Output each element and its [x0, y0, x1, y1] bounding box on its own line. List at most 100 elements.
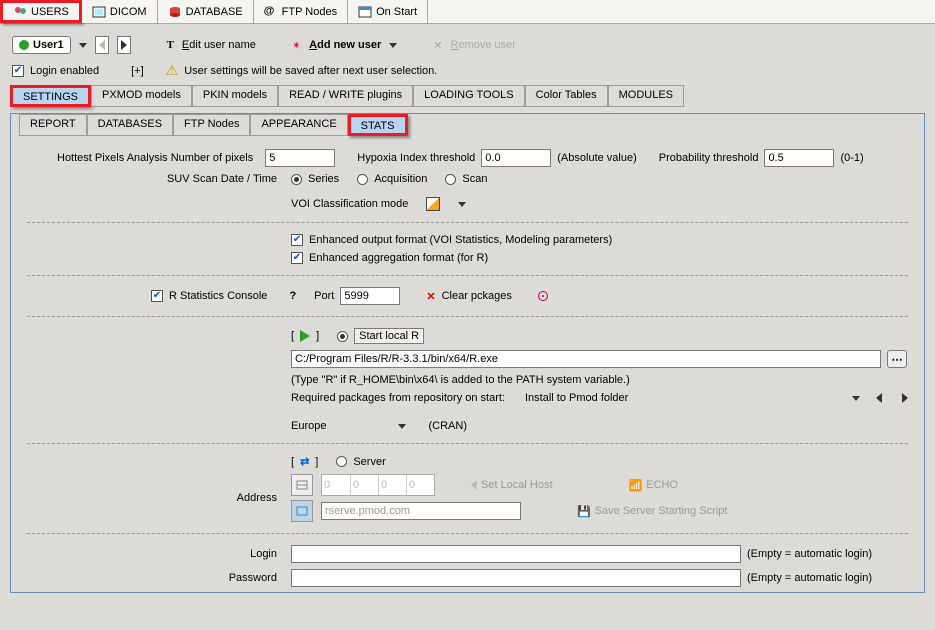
- r-console-checkbox[interactable]: [151, 290, 163, 302]
- save-server-script-button[interactable]: 💾 Save Server Starting Script: [577, 505, 727, 518]
- tab-pkin-models[interactable]: PKIN models: [192, 85, 278, 107]
- suv-acquisition-radio[interactable]: [357, 174, 368, 185]
- voi-mode-dropdown-icon[interactable]: [458, 202, 466, 207]
- hottest-pixels-label: Hottest Pixels Analysis Number of pixels: [27, 152, 259, 164]
- login-input[interactable]: [291, 545, 741, 563]
- server-radio[interactable]: [336, 456, 347, 467]
- login-enabled-checkbox[interactable]: [12, 65, 24, 77]
- next-user-button[interactable]: [117, 36, 131, 54]
- tab-onstart-label: On Start: [376, 6, 417, 18]
- tab-ftp-label: FTP Nodes: [282, 6, 337, 18]
- user-combo-dropdown-icon[interactable]: [79, 43, 87, 48]
- hottest-pixels-input[interactable]: [265, 149, 335, 167]
- add-user-dropdown-icon[interactable]: [389, 43, 397, 48]
- bracket2-r: ]: [315, 456, 318, 468]
- help-icon[interactable]: ?: [289, 290, 296, 302]
- suv-scan-radio[interactable]: [445, 174, 456, 185]
- tab-modules[interactable]: MODULES: [608, 85, 684, 107]
- tab-ftp-nodes[interactable]: @ FTP Nodes: [254, 0, 348, 23]
- address-label: Address: [27, 474, 285, 504]
- port-input[interactable]: [340, 287, 400, 305]
- suv-acq-label: Acquisition: [374, 173, 427, 185]
- r-console-label: R Statistics Console: [169, 290, 267, 302]
- add-new-user-button[interactable]: Add new user: [309, 39, 381, 51]
- password-hint: (Empty = automatic login): [747, 572, 872, 584]
- play-icon[interactable]: [300, 330, 310, 342]
- ip-address-input[interactable]: [321, 474, 435, 496]
- tab-dicom[interactable]: DICOM: [82, 0, 158, 23]
- broadcast-icon: 📶: [629, 479, 643, 492]
- status-dot-icon: [19, 40, 29, 50]
- tab-pxmod-models[interactable]: PXMOD models: [91, 85, 192, 107]
- hostname-mode-button[interactable]: [291, 500, 313, 522]
- sparkle-icon: ✴: [292, 39, 301, 52]
- tab-users-label: USERS: [31, 6, 69, 18]
- window-icon: [358, 5, 372, 19]
- suv-series-radio[interactable]: [291, 174, 302, 185]
- warning-text: User settings will be saved after next u…: [184, 65, 437, 77]
- user-combo[interactable]: User1: [12, 36, 71, 54]
- browse-button[interactable]: ⋯: [887, 350, 907, 368]
- ip-octet-0[interactable]: [322, 475, 350, 495]
- enhanced-output-checkbox[interactable]: [291, 234, 303, 246]
- set-local-host-button[interactable]: Set Local Host: [471, 479, 553, 491]
- server-label: Server: [353, 456, 385, 468]
- password-label: Password: [27, 572, 285, 584]
- ip-mode-button[interactable]: [291, 474, 313, 496]
- tab-dicom-label: DICOM: [110, 6, 147, 18]
- r-path-hint: (Type "R" if R_HOME\bin\x64\ is added to…: [291, 374, 630, 386]
- dicom-icon: [92, 5, 106, 19]
- enhanced-aggregation-checkbox[interactable]: [291, 252, 303, 264]
- save-icon: 💾: [577, 505, 591, 518]
- warning-icon: ⚠: [166, 62, 179, 79]
- tab-on-start[interactable]: On Start: [348, 0, 428, 23]
- tab-color-tables[interactable]: Color Tables: [525, 85, 608, 107]
- tab-users[interactable]: USERS: [0, 0, 82, 23]
- hostname-input[interactable]: [321, 502, 521, 520]
- r-path-input[interactable]: [291, 350, 881, 368]
- tab-ftp-nodes-inner[interactable]: FTP Nodes: [173, 114, 250, 136]
- edit-user-name-button[interactable]: EEdit user namedit user name: [182, 39, 256, 51]
- tab-loading-tools[interactable]: LOADING TOOLS: [413, 85, 524, 107]
- link-icon[interactable]: ⇄: [300, 455, 309, 468]
- probability-note: (0-1): [840, 152, 863, 164]
- clear-packages-button[interactable]: Clear pckages: [442, 290, 512, 302]
- tab-database[interactable]: DATABASE: [158, 0, 254, 23]
- cran-region-dropdown-icon[interactable]: [398, 424, 406, 429]
- bracket-r: ]: [316, 330, 319, 342]
- ip-octet-3[interactable]: [406, 475, 434, 495]
- start-local-r-button[interactable]: Start local R: [354, 328, 424, 344]
- database-icon: [168, 5, 182, 19]
- tab-stats[interactable]: STATS: [348, 114, 408, 136]
- install-target-dropdown-icon[interactable]: [852, 396, 860, 401]
- clear-x-icon[interactable]: ✕: [426, 290, 435, 303]
- tab-appearance[interactable]: APPEARANCE: [250, 114, 347, 136]
- prev-user-button[interactable]: [95, 36, 109, 54]
- bracket-l: [: [291, 330, 294, 342]
- expand-icon[interactable]: [+]: [131, 65, 144, 77]
- login-label: Login: [27, 548, 285, 560]
- ip-octet-2[interactable]: [378, 475, 406, 495]
- tab-settings[interactable]: SETTINGS: [10, 85, 91, 107]
- ip-octet-1[interactable]: [350, 475, 378, 495]
- hypoxia-threshold-input[interactable]: [481, 149, 551, 167]
- tab-report[interactable]: REPORT: [19, 114, 87, 136]
- probability-threshold-input[interactable]: [764, 149, 834, 167]
- tab-databases[interactable]: DATABASES: [87, 114, 173, 136]
- enhanced-aggregation-label: Enhanced aggregation format (for R): [309, 252, 488, 264]
- cran-note: (CRAN): [428, 420, 467, 432]
- voi-mode-swatch-icon[interactable]: [426, 197, 440, 211]
- next-nav-icon[interactable]: [902, 393, 908, 403]
- tab-read-write-plugins[interactable]: READ / WRITE plugins: [278, 85, 413, 107]
- cran-region-combo[interactable]: Europe: [291, 420, 326, 432]
- text-cursor-icon: T: [167, 39, 174, 51]
- chevron-left-icon: [471, 480, 477, 490]
- target-icon[interactable]: [538, 291, 548, 301]
- start-local-r-radio[interactable]: [337, 331, 348, 342]
- password-input[interactable]: [291, 569, 741, 587]
- install-target-combo[interactable]: Install to Pmod folder: [525, 392, 628, 404]
- enhanced-output-label: Enhanced output format (VOI Statistics, …: [309, 234, 612, 246]
- echo-button[interactable]: 📶 ECHO: [629, 479, 678, 492]
- voi-mode-label: VOI Classification mode: [291, 198, 408, 210]
- prev-nav-icon[interactable]: [876, 393, 882, 403]
